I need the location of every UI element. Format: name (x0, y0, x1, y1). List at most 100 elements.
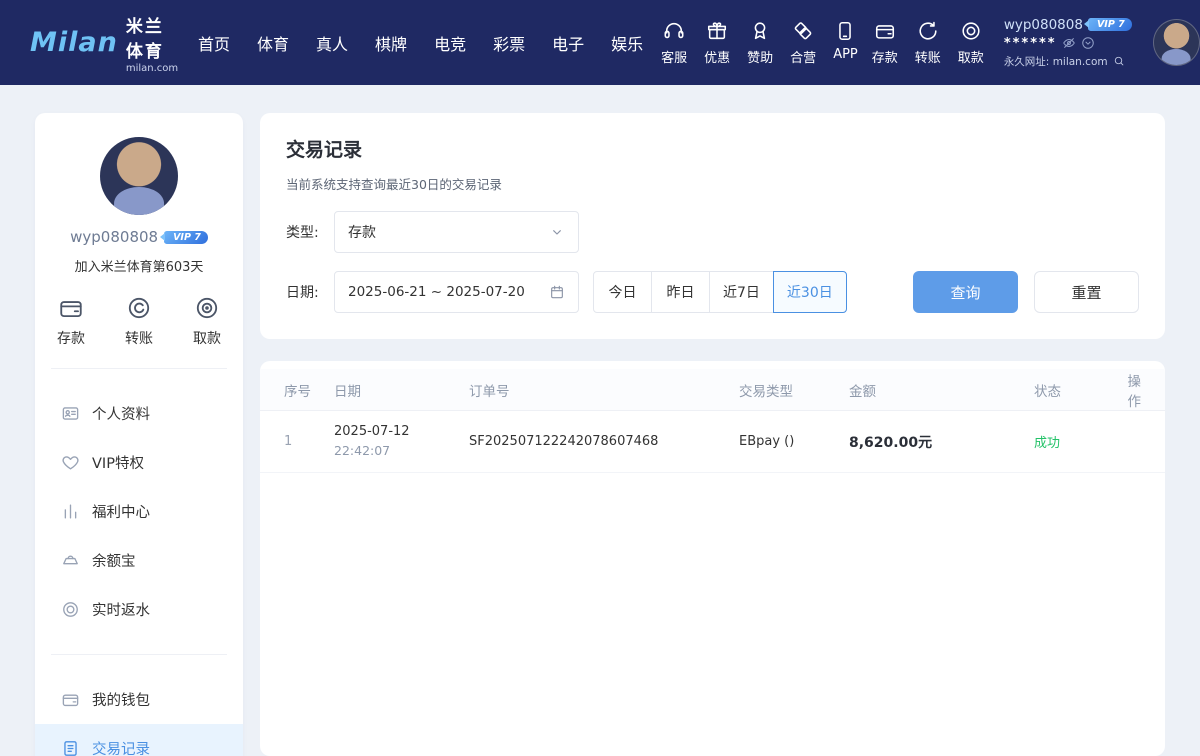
sponsor-label: 赞助 (747, 47, 773, 66)
logo-script-text: Milan (30, 27, 118, 58)
nav-item-live[interactable]: 真人 (316, 31, 348, 55)
sidebar-item-profile[interactable]: 个人资料 (35, 389, 243, 438)
reset-button[interactable]: 重置 (1034, 271, 1139, 313)
logo-brand-text: 米兰体育 (126, 12, 178, 62)
quick-range-group: 今日 昨日 近7日 近30日 (593, 271, 847, 313)
cell-status: 成功 (1034, 432, 1124, 451)
quick-actions: 客服 优惠 赞助 合营 APP (661, 20, 858, 66)
deposit-button[interactable]: 存款 (872, 20, 898, 66)
nav-item-home[interactable]: 首页 (198, 31, 230, 55)
page-subtitle: 当前系统支持查询最近30日的交易记录 (286, 174, 1139, 193)
wallet-icon (61, 690, 80, 709)
sidebar-item-label: 福利中心 (92, 501, 150, 522)
vip-badge: VIP 7 (1088, 18, 1132, 31)
ingot-icon (61, 551, 80, 570)
heart-icon (61, 453, 80, 472)
affiliate-button[interactable]: 合营 (790, 20, 816, 66)
column-header-type: 交易类型 (739, 380, 849, 400)
avatar[interactable] (1153, 19, 1200, 66)
column-header-action: 操作 (1124, 370, 1141, 410)
logo-domain-text: milan.com (126, 63, 178, 74)
shortcut-withdraw[interactable]: 取款 (193, 295, 221, 348)
award-icon (749, 20, 771, 42)
divider (51, 368, 227, 369)
shortcut-transfer[interactable]: 转账 (125, 295, 153, 348)
nav-item-esports[interactable]: 电竞 (434, 31, 466, 55)
date-range-value: 2025-06-21 ~ 2025-07-20 (348, 284, 525, 300)
profile-vip-badge: VIP 7 (164, 231, 208, 244)
transfer-icon (917, 20, 939, 42)
sidebar-item-rebate[interactable]: 实时返水 (35, 585, 243, 634)
page-body: wyp080808 VIP 7 加入米兰体育第603天 存款 转账 取款 个人资… (0, 85, 1200, 756)
join-days-text: 加入米兰体育第603天 (35, 256, 243, 275)
user-info-block: wyp080808 VIP 7 ****** 永久网址: milan.com (1004, 17, 1139, 69)
document-icon (61, 739, 80, 756)
main-menu: 首页 体育 真人 棋牌 电竞 彩票 电子 娱乐 (198, 31, 643, 55)
range-today-button[interactable]: 今日 (593, 271, 652, 313)
profile-avatar[interactable] (100, 137, 178, 215)
type-select[interactable]: 存款 (334, 211, 579, 253)
sidebar-item-label: 个人资料 (92, 403, 150, 424)
promo-button[interactable]: 优惠 (704, 20, 730, 66)
refresh-circle-icon[interactable] (1081, 36, 1095, 50)
sidebar-item-label: 实时返水 (92, 599, 150, 620)
table-header-row: 序号 日期 订单号 交易类型 金额 状态 操作 (260, 369, 1165, 411)
cell-order-number: SF202507122242078607468 (469, 434, 739, 449)
sidebar-item-benefits[interactable]: 福利中心 (35, 487, 243, 536)
date-range-input[interactable]: 2025-06-21 ~ 2025-07-20 (334, 271, 579, 313)
nav-item-sports[interactable]: 体育 (257, 31, 289, 55)
site-url-text: 永久网址: milan.com (1004, 54, 1108, 69)
promo-label: 优惠 (704, 47, 730, 66)
service-label: 客服 (661, 47, 687, 66)
shortcut-deposit-label: 存款 (57, 328, 85, 348)
brand-logo[interactable]: Milan 米兰体育 milan.com (30, 12, 168, 74)
range-7days-button[interactable]: 近7日 (709, 271, 774, 313)
app-button[interactable]: APP (833, 20, 858, 66)
app-label: APP (833, 47, 858, 62)
coin-icon (194, 295, 220, 321)
calendar-icon (549, 284, 565, 300)
transfer-icon (126, 295, 152, 321)
id-card-icon (61, 404, 80, 423)
rebate-circle-icon (61, 600, 80, 619)
search-button[interactable]: 查询 (913, 271, 1018, 313)
nav-item-slots[interactable]: 电子 (552, 31, 584, 55)
sidebar-item-label: 余额宝 (92, 550, 136, 571)
username-text[interactable]: wyp080808 (1004, 17, 1083, 33)
shortcut-deposit[interactable]: 存款 (57, 295, 85, 348)
table-row: 1 2025-07-12 22:42:07 SF2025071222420786… (260, 411, 1165, 473)
sidebar-item-yuebao[interactable]: 余额宝 (35, 536, 243, 585)
nav-item-entertainment[interactable]: 娱乐 (611, 31, 643, 55)
withdraw-label: 取款 (958, 47, 984, 66)
profile-sidebar: wyp080808 VIP 7 加入米兰体育第603天 存款 转账 取款 个人资… (35, 113, 243, 756)
mobile-icon (834, 20, 856, 42)
sponsor-button[interactable]: 赞助 (747, 20, 773, 66)
sidebar-item-wallet[interactable]: 我的钱包 (35, 675, 243, 724)
profile-username: wyp080808 (70, 228, 158, 246)
coin-icon (960, 20, 982, 42)
tickets-icon (792, 20, 814, 42)
cell-date-time: 22:42:07 (334, 442, 469, 461)
chevron-down-icon (549, 224, 565, 240)
sidebar-item-vip[interactable]: VIP特权 (35, 438, 243, 487)
column-header-status: 状态 (1034, 380, 1124, 400)
withdraw-button[interactable]: 取款 (958, 20, 984, 66)
column-header-index: 序号 (284, 380, 334, 400)
range-yesterday-button[interactable]: 昨日 (651, 271, 710, 313)
eye-off-icon[interactable] (1062, 36, 1076, 50)
column-header-order: 订单号 (469, 380, 739, 400)
date-label: 日期: (286, 282, 334, 302)
nav-item-cards[interactable]: 棋牌 (375, 31, 407, 55)
sidebar-item-label: VIP特权 (92, 452, 144, 473)
magnifier-icon[interactable] (1113, 55, 1125, 67)
transfer-button[interactable]: 转账 (915, 20, 941, 66)
range-30days-button[interactable]: 近30日 (773, 271, 847, 313)
sidebar-item-label: 交易记录 (92, 738, 150, 756)
transfer-label: 转账 (915, 47, 941, 66)
wallet-icon (58, 295, 84, 321)
service-button[interactable]: 客服 (661, 20, 687, 66)
transactions-table: 序号 日期 订单号 交易类型 金额 状态 操作 1 2025-07-12 22:… (260, 361, 1165, 756)
sidebar-item-transactions[interactable]: 交易记录 (35, 724, 243, 756)
nav-item-lottery[interactable]: 彩票 (493, 31, 525, 55)
sidebar-item-label: 我的钱包 (92, 689, 150, 710)
